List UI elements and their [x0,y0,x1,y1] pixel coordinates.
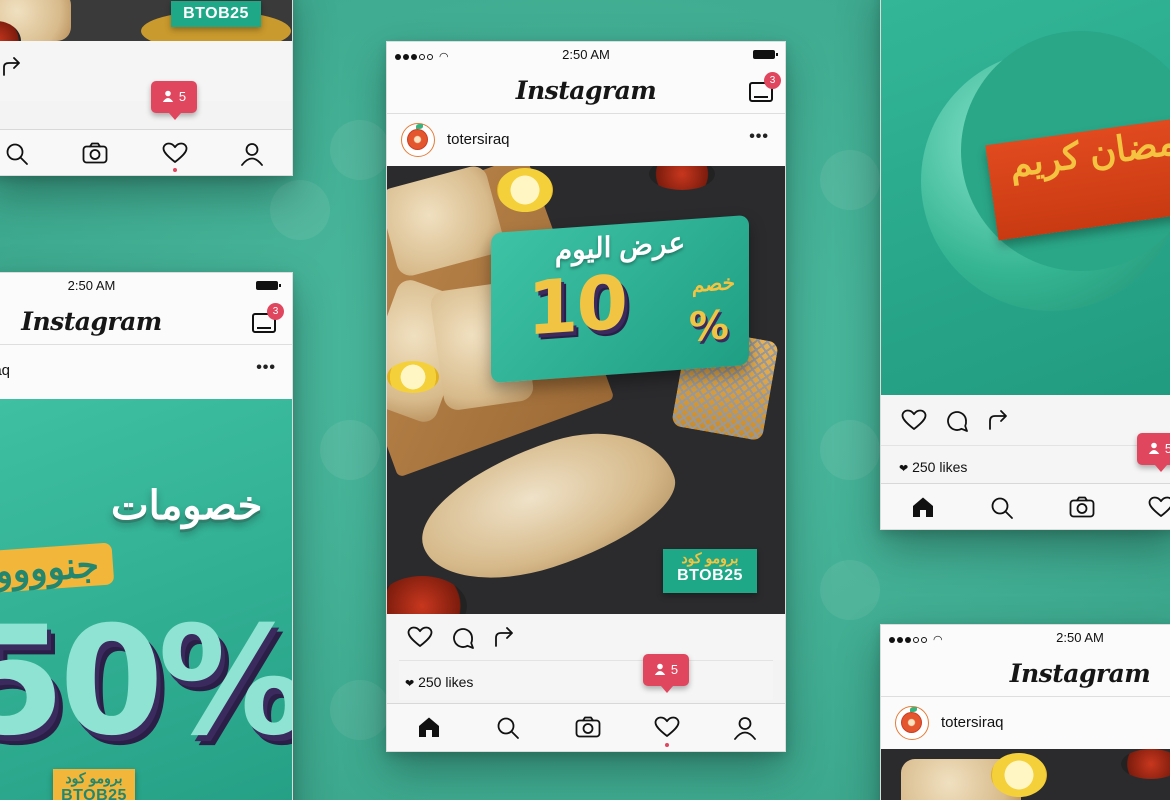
home-icon[interactable] [417,716,441,738]
more-options-icon[interactable]: ••• [749,128,769,146]
likes-row: ❤ 250 likes [399,660,773,700]
activity-dot [665,743,669,747]
likes-count[interactable]: ❤ 250 likes [899,459,967,475]
likes-row: ❤ 250 likes [881,445,1170,483]
inbox-badge: 3 [764,72,781,89]
post-header: iraq ••• [0,345,292,399]
post-username[interactable]: totersiraq [941,714,1004,731]
more-options-icon[interactable]: ••• [256,359,276,377]
promo-code-tag: برومو كود BTOB25 [53,769,135,800]
phone-mockup-top-left: BTOB25 5 [0,0,293,176]
phone-mockup-center: ◠ 2:50 AM Instagram 3 totersiraq ••• عرض… [386,41,786,752]
bottom-nav [387,703,785,751]
battery-icon [753,50,778,59]
share-icon[interactable] [1,57,23,77]
profile-icon[interactable] [733,716,757,740]
post-actions [0,41,292,101]
app-logo: Instagram [515,76,657,105]
app-header: Instagram 3 [387,68,785,114]
discount-value: 10 [527,259,626,353]
comment-icon[interactable] [451,626,475,650]
share-icon[interactable] [987,409,1009,431]
promo-label: برومو كود [681,550,739,566]
sauce-bowl [649,166,715,190]
post-image: خصومات جنوووو 50% برومو كود BTOB25 [0,399,292,800]
post-actions [387,614,785,660]
notification-bubble[interactable]: 5 [643,654,689,693]
signal-icon: ◠ [889,633,943,646]
camera-icon[interactable] [575,716,601,738]
app-header: Instagram 3 [0,299,292,345]
status-time: 2:50 AM [562,47,610,62]
heart-icon[interactable] [654,716,680,738]
heart-icon[interactable] [162,142,188,164]
lemon-slice [497,168,553,212]
post-image[interactable]: عرض اليوم خصم 10 % برومو كود BTOB25 [387,166,785,614]
home-icon[interactable] [911,496,935,518]
heart-icon[interactable] [1148,496,1170,518]
promo-code-tag: BTOB25 [171,1,261,27]
app-header: Instagram [881,651,1170,697]
post-header: totersiraq ••• [387,114,785,166]
search-icon[interactable] [496,716,520,740]
inbox-icon[interactable]: 3 [749,72,781,102]
comment-icon[interactable] [945,409,969,433]
percent-sign: % [688,302,729,352]
search-icon[interactable] [5,142,29,166]
post-header: totersiraq [881,697,1170,749]
app-logo: Instagram [1009,659,1151,688]
discount-subheadline: جنوووو [0,542,115,594]
account-avatar[interactable] [401,123,435,157]
post-username[interactable]: totersiraq [447,131,510,148]
camera-icon[interactable] [82,142,108,164]
post-image: BTOB25 [0,0,292,41]
app-logo: Instagram [21,307,162,336]
discount-label: خصم [691,271,735,297]
status-bar: ◠ 2:50 AM [881,625,1170,651]
offer-card: عرض اليوم خصم 10 % [491,214,749,384]
account-avatar[interactable] [895,706,929,740]
post-username[interactable]: iraq [0,362,10,379]
post-actions [881,395,1170,445]
phone-mockup-bottom-right: ◠ 2:50 AM Instagram totersiraq [880,624,1170,800]
like-icon[interactable] [901,409,927,431]
status-bar: 2:50 AM [0,273,292,299]
notification-bubble[interactable]: 5 [1137,433,1170,472]
bottom-nav [881,483,1170,529]
phone-mockup-left: 2:50 AM Instagram 3 iraq ••• خصومات جنوو… [0,272,293,800]
post-image [881,749,1170,800]
profile-icon[interactable] [240,142,264,166]
inbox-icon[interactable]: 3 [252,303,284,333]
notification-bubble[interactable]: 5 [151,81,197,120]
camera-icon[interactable] [1069,496,1095,518]
likes-count[interactable]: ❤ 250 likes [405,674,473,690]
status-bar: ◠ 2:50 AM [387,42,785,68]
bottom-nav [0,129,292,175]
share-icon[interactable] [493,626,515,648]
discount-percent: 50% [0,595,292,769]
phone-mockup-top-right: مضان كريم ❤ 250 likes 5 [880,0,1170,530]
promo-code-tag: برومو كود BTOB25 [663,549,757,593]
search-icon[interactable] [990,496,1014,520]
inbox-badge: 3 [267,303,284,320]
promo-code: BTOB25 [677,567,743,584]
discount-headline: خصومات [111,484,263,528]
like-icon[interactable] [407,626,433,648]
post-image: مضان كريم [881,0,1170,395]
